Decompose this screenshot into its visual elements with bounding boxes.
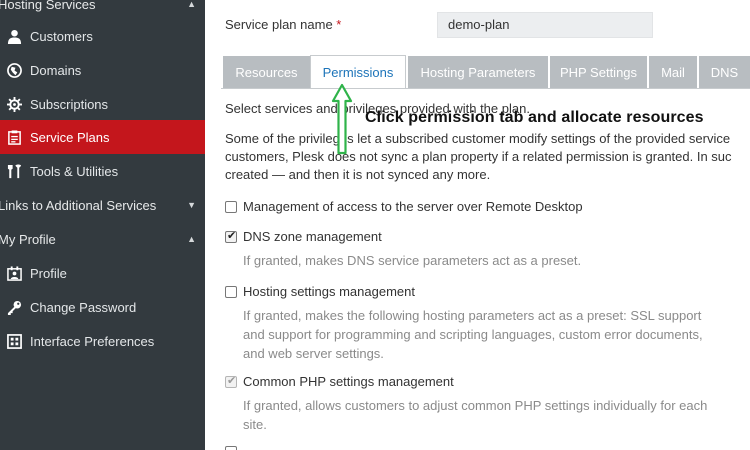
sidebar-item-domains[interactable]: Domains — [0, 53, 205, 87]
description-line: created — and then it is not synced any … — [225, 167, 491, 182]
sidebar: Hosting Services ▲ Customers Domains Sub… — [0, 0, 205, 450]
caret-up-icon: ▲ — [187, 0, 196, 9]
caret-down-icon: ▼ — [187, 200, 196, 210]
sidebar-item-label: Service Plans — [30, 129, 110, 145]
green-arrow-annotation — [331, 83, 353, 155]
tab-dns[interactable]: DNS — [699, 56, 750, 88]
checkmark-icon: ✔ — [227, 230, 237, 242]
sidebar-item-label: Change Password — [30, 299, 137, 315]
hint-line: If granted, makes DNS service parameters… — [243, 253, 582, 268]
hosting-settings-checkbox[interactable] — [225, 286, 237, 298]
tab-php-settings[interactable]: PHP Settings — [550, 56, 647, 88]
hint-line: and web server settings. — [243, 346, 384, 361]
globe-icon — [6, 62, 22, 78]
sidebar-item-label: Profile — [30, 265, 67, 281]
customers-icon — [6, 28, 22, 44]
sidebar-item-subscriptions[interactable]: Subscriptions — [0, 87, 205, 121]
remote-desktop-checkbox[interactable] — [225, 201, 237, 213]
description-line: Some of the privileges let a subscribed … — [225, 131, 731, 146]
permission-hint: If granted, allows customers to adjust c… — [243, 396, 707, 434]
dns-zone-checkbox[interactable]: ✔ — [225, 230, 237, 243]
sidebar-item-label: Domains — [30, 62, 82, 78]
tab-hosting-parameters[interactable]: Hosting Parameters — [408, 56, 548, 88]
profile-icon — [6, 265, 22, 281]
key-icon — [6, 299, 22, 315]
checkmark-icon: ✔ — [227, 375, 237, 387]
hint-line: If granted, makes the following hosting … — [243, 308, 702, 323]
plan-name-label-text: Service plan name — [225, 17, 333, 32]
plan-name-input[interactable]: demo-plan — [437, 12, 653, 38]
caret-up-icon: ▲ — [187, 234, 196, 244]
permission-label: Common PHP settings management — [243, 374, 454, 389]
sidebar-group-my-profile[interactable]: My Profile ▲ — [0, 224, 205, 254]
tab-permissions[interactable]: Permissions — [310, 55, 406, 89]
permission-label: Hosting settings management — [243, 284, 415, 299]
tab-resources[interactable]: Resources — [223, 56, 310, 88]
tools-icon — [6, 163, 22, 179]
description-text: Some of the privileges let a subscribed … — [225, 130, 732, 184]
sidebar-item-label: Customers — [30, 28, 93, 44]
hint-line: If granted, allows customers to adjust c… — [243, 398, 708, 413]
sidebar-item-customers[interactable]: Customers — [0, 19, 205, 53]
tab-divider — [221, 88, 750, 89]
hint-line: site. — [243, 417, 267, 432]
main-content: Service plan name * demo-plan Resources … — [205, 0, 750, 450]
sidebar-group-additional-services[interactable]: Links to Additional Services ▼ — [0, 190, 205, 220]
sidebar-item-change-password[interactable]: Change Password — [0, 290, 205, 324]
sidebar-item-interface-preferences[interactable]: Interface Preferences — [0, 324, 205, 358]
interface-icon — [6, 333, 22, 349]
service-plans-icon — [6, 129, 22, 145]
sidebar-group-label: Links to Additional Services — [0, 197, 157, 213]
plan-name-label: Service plan name * — [225, 17, 341, 32]
annotation-text: Click permission tab and allocate resour… — [365, 109, 704, 126]
sidebar-item-label: Interface Preferences — [30, 333, 155, 349]
common-php-checkbox[interactable]: ✔ — [225, 375, 237, 388]
sidebar-group-label: Hosting Services — [0, 0, 96, 12]
sidebar-group-hosting-services[interactable]: Hosting Services ▲ — [0, 0, 205, 19]
sidebar-item-service-plans[interactable]: Service Plans — [0, 120, 205, 154]
hint-line: and support for programming and scriptin… — [243, 327, 703, 342]
next-permission-checkbox[interactable] — [225, 446, 237, 450]
sidebar-group-label: My Profile — [0, 231, 56, 247]
subscriptions-icon — [6, 96, 22, 112]
sidebar-item-label: Tools & Utilities — [30, 163, 119, 179]
tab-mail[interactable]: Mail — [649, 56, 697, 88]
permission-label: DNS zone management — [243, 229, 382, 244]
description-line: customers, Plesk does not sync a plan pr… — [225, 149, 732, 164]
permission-hint: If granted, makes the following hosting … — [243, 306, 703, 363]
permission-hint: If granted, makes DNS service parameters… — [243, 251, 581, 270]
sidebar-item-tools-utilities[interactable]: Tools & Utilities — [0, 154, 205, 188]
sidebar-item-label: Subscriptions — [30, 96, 109, 112]
permission-label: Management of access to the server over … — [243, 199, 583, 214]
required-mark: * — [336, 17, 342, 32]
sidebar-item-profile[interactable]: Profile — [0, 256, 205, 290]
